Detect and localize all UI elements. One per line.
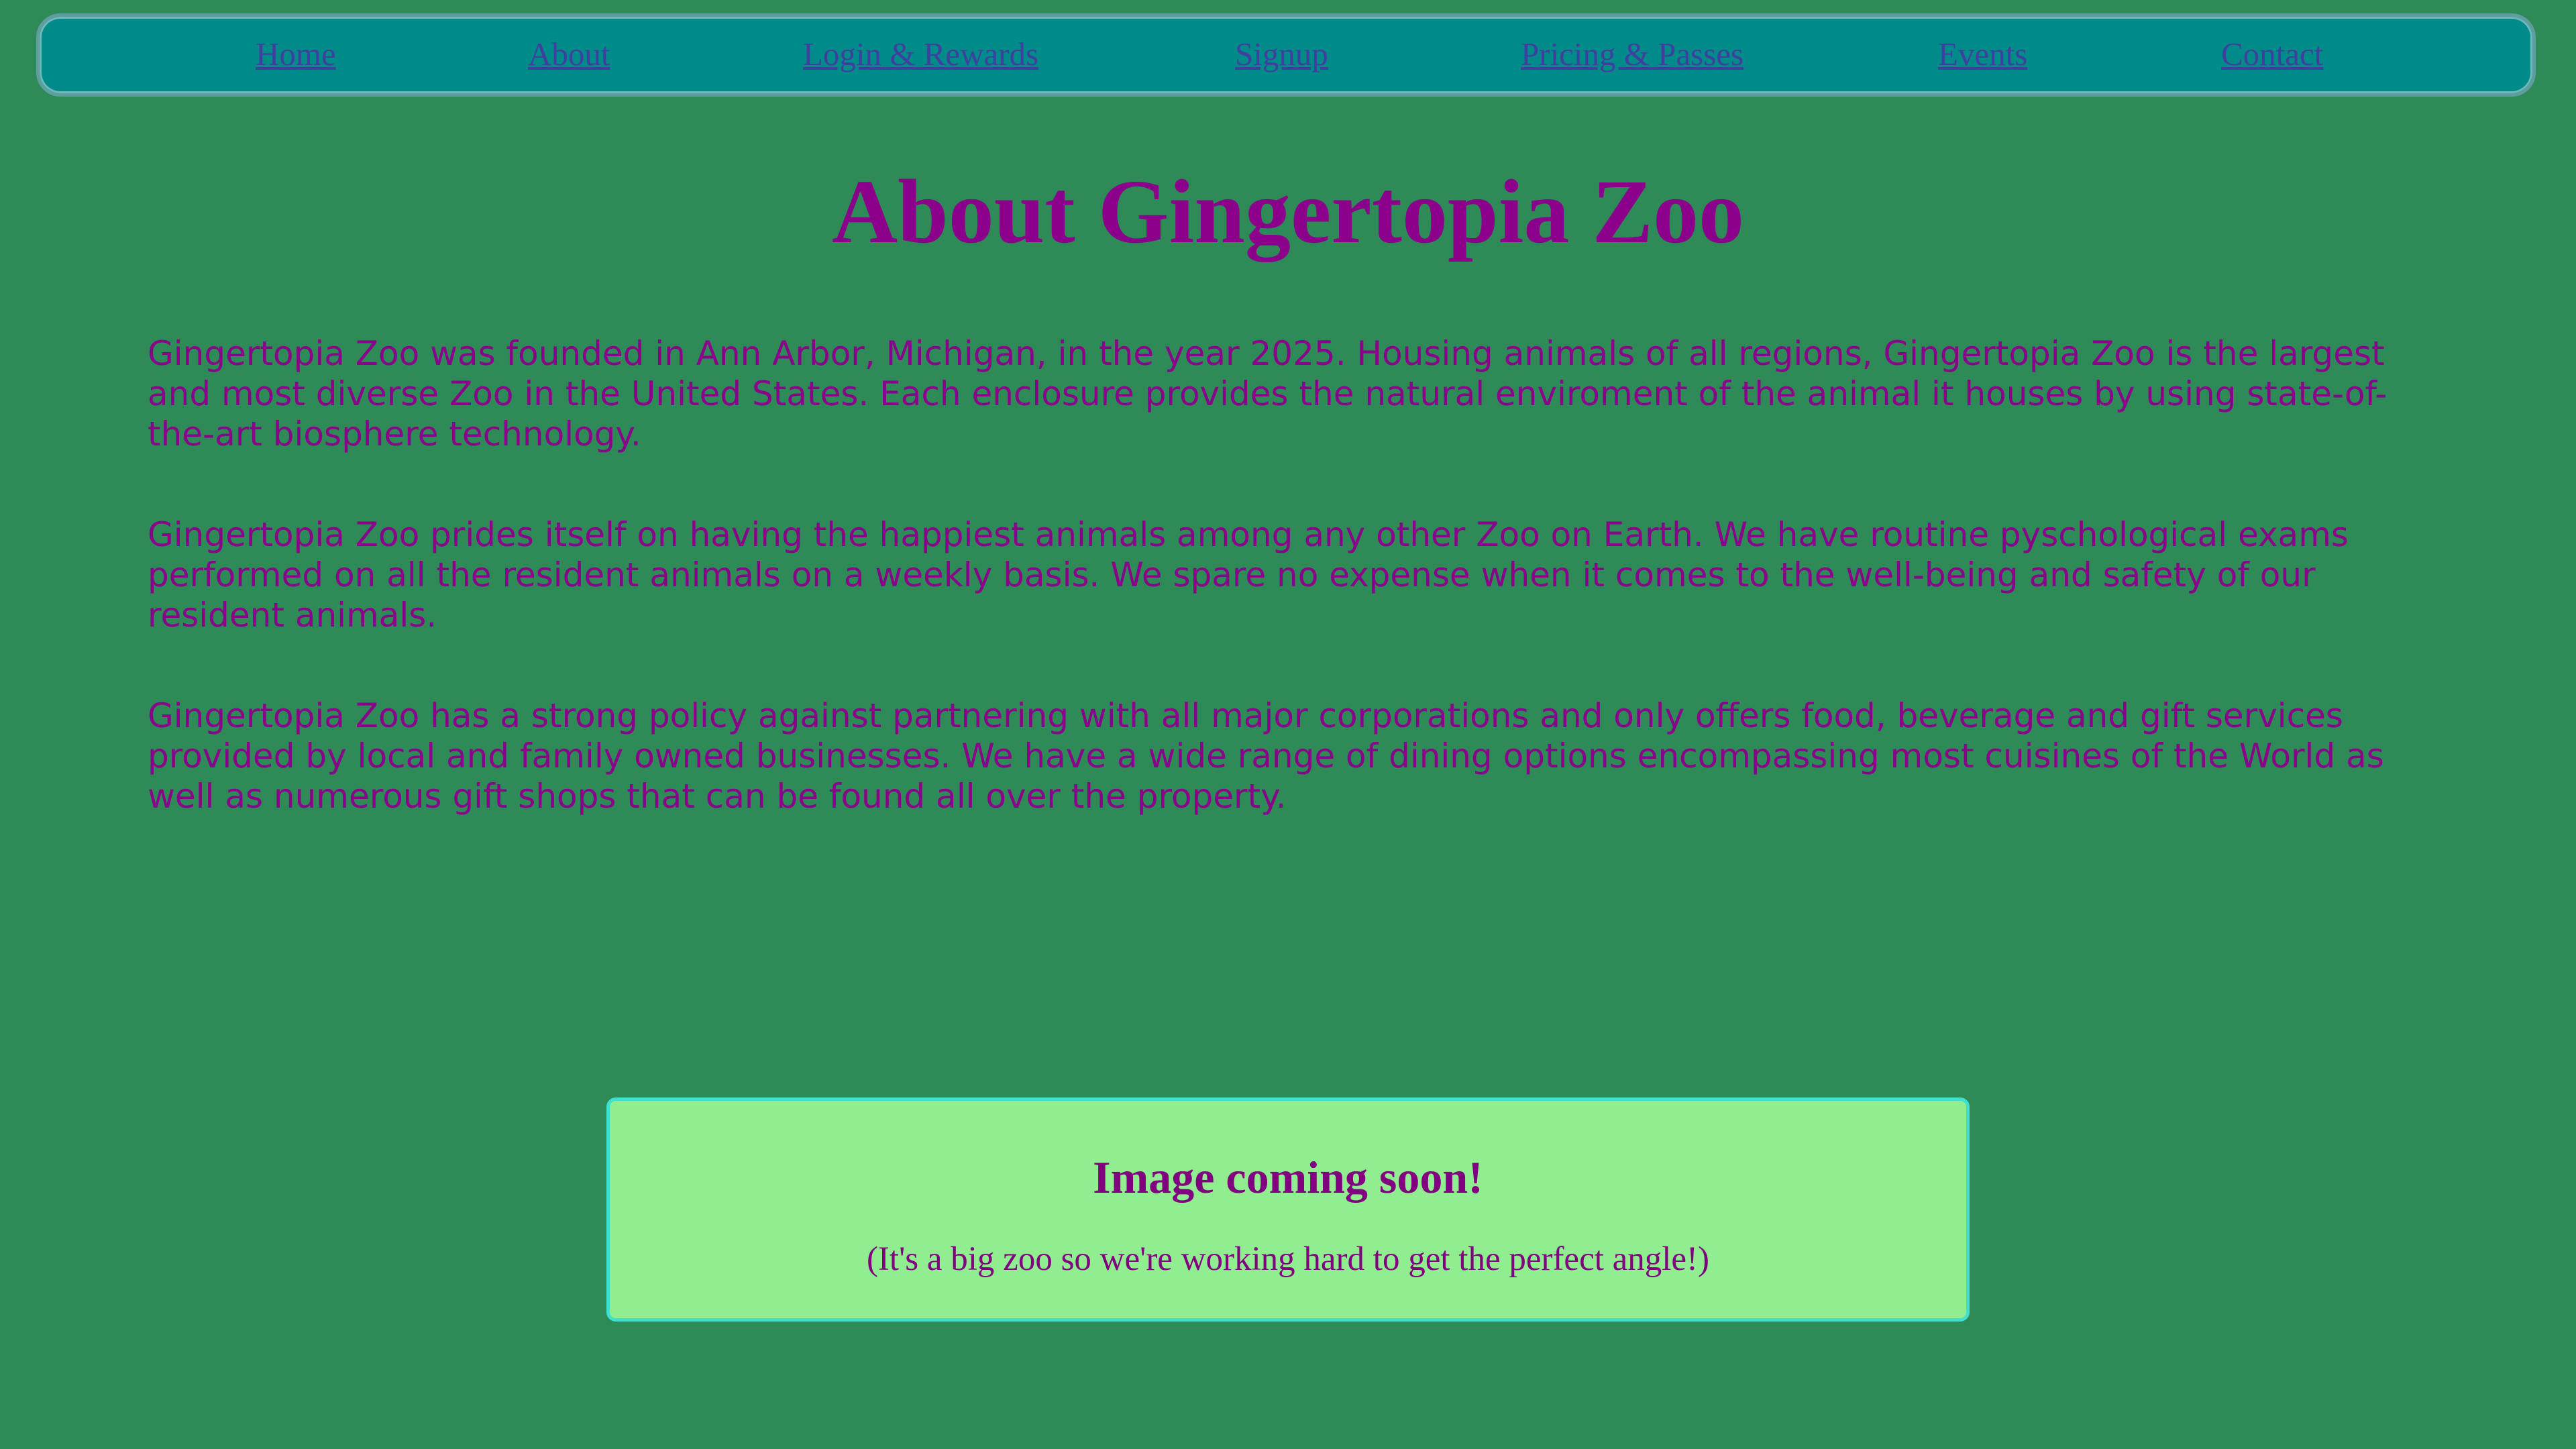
image-placeholder-box: Image coming soon! (It's a big zoo so we… — [606, 1097, 1970, 1322]
nav-link-events[interactable]: Events — [1938, 34, 2027, 74]
placeholder-title: Image coming soon! — [1093, 1152, 1483, 1203]
page-title: About Gingertopia Zoo — [831, 162, 1745, 262]
nav-link-pricing-passes[interactable]: Pricing & Passes — [1521, 34, 1743, 74]
nav-link-contact[interactable]: Contact — [2221, 34, 2323, 74]
placeholder-subtitle: (It's a big zoo so we're working hard to… — [866, 1240, 1710, 1278]
navbar: Home About Login & Rewards Signup Pricin… — [36, 13, 2536, 97]
paragraph-founding: Gingertopia Zoo was founded in Ann Arbor… — [148, 334, 2387, 453]
paragraph-animals: Gingertopia Zoo prides itself on having … — [148, 515, 2349, 635]
nav-link-signup[interactable]: Signup — [1235, 34, 1328, 74]
nav-link-home[interactable]: Home — [256, 34, 336, 74]
nav-link-login-rewards[interactable]: Login & Rewards — [803, 34, 1038, 74]
paragraph-partners: Gingertopia Zoo has a strong policy agai… — [148, 696, 2384, 816]
nav-link-about[interactable]: About — [528, 34, 610, 74]
